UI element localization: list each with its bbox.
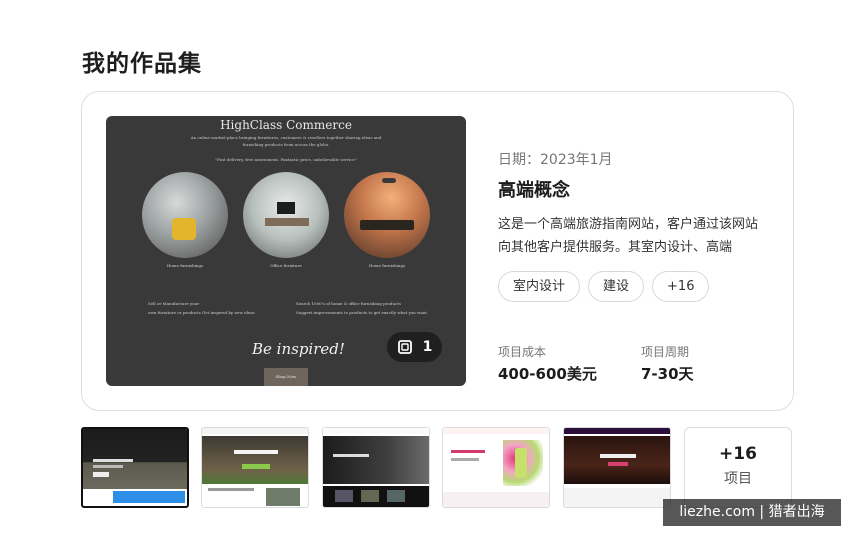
preview-shop-button: Shop Now bbox=[264, 368, 308, 386]
tag-construction[interactable]: 建设 bbox=[588, 271, 645, 302]
more-projects-count: +16 bbox=[719, 444, 757, 464]
page-title: 我的作品集 bbox=[82, 51, 202, 77]
preview-caption: Home furnishings bbox=[368, 263, 406, 268]
preview-bullets-right: Search 1000's of home & office furnishin… bbox=[296, 301, 427, 315]
gallery-icon bbox=[397, 340, 412, 354]
project-thumbnail[interactable] bbox=[201, 427, 309, 508]
preview-bullets-left: Sell or Manufacture your own furniture o… bbox=[148, 301, 255, 315]
tag-interior-design[interactable]: 室内设计 bbox=[498, 271, 581, 302]
preview-caption: Office furniture bbox=[270, 263, 302, 268]
preview-site-title: HighClass Commerce bbox=[220, 118, 352, 132]
preview-subtitle: An online market-place bringing furnitur… bbox=[190, 135, 382, 147]
duration-label: 项目周期 bbox=[641, 345, 690, 359]
preview-photo-office bbox=[243, 172, 329, 258]
project-thumbnail[interactable] bbox=[563, 427, 671, 508]
preview-photo-dining bbox=[344, 172, 430, 258]
image-count: 1 bbox=[422, 339, 433, 355]
tag-more[interactable]: +16 bbox=[652, 271, 710, 302]
more-projects-button[interactable]: +16 项目 bbox=[684, 427, 792, 508]
duration-value: 7-30天 bbox=[641, 365, 694, 383]
project-date: 日期：2023年1月 bbox=[498, 152, 613, 168]
cost-value: 400-600美元 bbox=[498, 365, 597, 383]
project-thumbnail[interactable] bbox=[322, 427, 430, 508]
project-tags: 室内设计 建设 +16 bbox=[498, 271, 710, 302]
watermark: liezhe.com | 猎者出海 bbox=[663, 499, 841, 526]
preview-tagline: Be inspired! bbox=[252, 340, 345, 358]
project-thumbnail[interactable] bbox=[81, 427, 189, 508]
preview-quote: "Fast delivery, free assessment, Fantast… bbox=[215, 157, 357, 162]
preview-caption: Home furnishings bbox=[166, 263, 204, 268]
cost-label: 项目成本 bbox=[498, 345, 547, 359]
project-description: 这是一个高端旅游指南网站，客户通过该网站向其他客户提供服务。其室内设计、高端 bbox=[498, 217, 759, 255]
image-count-badge[interactable]: 1 bbox=[387, 332, 442, 362]
preview-photo-home bbox=[142, 172, 228, 258]
project-name: 高端概念 bbox=[498, 180, 570, 201]
more-projects-label: 项目 bbox=[724, 471, 752, 487]
project-thumbnail[interactable] bbox=[442, 427, 550, 508]
